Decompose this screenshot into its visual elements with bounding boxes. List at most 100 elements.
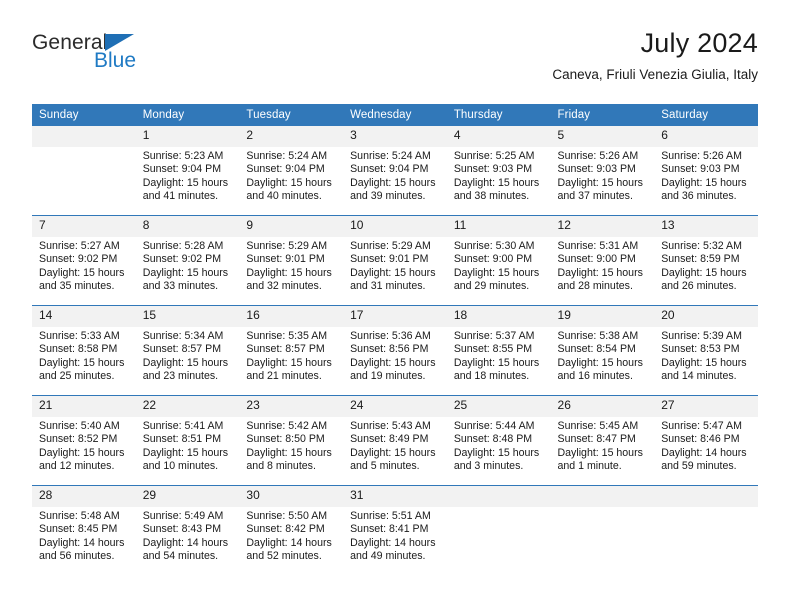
calendar-day-cell[interactable]: 6 Sunrise: 5:26 AM Sunset: 9:03 PM Daylight… bbox=[654, 126, 758, 216]
calendar-day-cell[interactable]: 22 Sunrise: 5:41 AM Sunset: 8:51 PM Dayligh… bbox=[135, 395, 240, 486]
sunrise-text: Sunrise: 5:26 AM bbox=[557, 150, 639, 162]
calendar-day-cell[interactable]: 23 Sunrise: 5:42 AM Sunset: 8:50 PM Dayligh… bbox=[239, 395, 344, 486]
calendar-day-cell[interactable]: 16 Sunrise: 5:35 AM Sunset: 8:57 PM Dayligh… bbox=[239, 305, 344, 396]
daylight-text-line2: and 5 minutes. bbox=[350, 460, 420, 473]
calendar-day-cell[interactable]: 21 Sunrise: 5:40 AM Sunset: 8:52 PM Dayligh… bbox=[32, 395, 136, 486]
sunset-text: Sunset: 9:03 PM bbox=[453, 163, 533, 176]
daylight-text-line1: Daylight: 15 hours bbox=[557, 356, 643, 369]
daylight-text-line2: and 18 minutes. bbox=[453, 370, 530, 383]
daylight-text-line1: Daylight: 15 hours bbox=[246, 356, 332, 369]
calendar-day-cell[interactable]: 17 Sunrise: 5:36 AM Sunset: 8:56 PM Dayligh… bbox=[343, 305, 447, 396]
day-number: 11 bbox=[446, 216, 551, 237]
calendar-day-cell[interactable]: 14 Sunrise: 5:33 AM Sunset: 8:58 PM Dayligh… bbox=[32, 305, 136, 396]
day-details: Sunrise: 5:45 AM Sunset: 8:47 PM Daylight:… bbox=[551, 417, 655, 474]
daylight-text-line2: and 29 minutes. bbox=[453, 280, 530, 293]
daylight-text-line1: Daylight: 15 hours bbox=[350, 266, 436, 279]
calendar-day-cell[interactable]: 31 Sunrise: 5:51 AM Sunset: 8:41 PM Dayligh… bbox=[343, 485, 447, 575]
calendar-day-cell[interactable]: 26 Sunrise: 5:45 AM Sunset: 8:47 PM Dayligh… bbox=[550, 395, 655, 486]
day-details: Sunrise: 5:39 AM Sunset: 8:53 PM Daylight:… bbox=[654, 327, 758, 384]
daylight-text-line1: Daylight: 15 hours bbox=[350, 356, 436, 369]
day-number: 25 bbox=[446, 396, 551, 417]
calendar-day-cell[interactable]: 8 Sunrise: 5:28 AM Sunset: 9:02 PM Daylight… bbox=[135, 215, 240, 306]
sunset-text: Sunset: 8:57 PM bbox=[246, 343, 325, 356]
day-number: 12 bbox=[550, 216, 655, 237]
day-number: 19 bbox=[550, 306, 655, 327]
day-details: Sunrise: 5:27 AM Sunset: 9:02 PM Daylight:… bbox=[32, 237, 136, 294]
daylight-text-line2: and 54 minutes. bbox=[142, 550, 219, 563]
calendar-empty-cell bbox=[446, 485, 551, 575]
sunset-text: Sunset: 8:53 PM bbox=[661, 343, 740, 356]
daylight-text-line2: and 25 minutes. bbox=[39, 370, 115, 383]
daylight-text-line1: Daylight: 15 hours bbox=[557, 446, 643, 459]
sunset-text: Sunset: 8:57 PM bbox=[142, 343, 222, 356]
weekday-header-monday: Monday bbox=[135, 104, 240, 126]
calendar-day-cell[interactable]: 29 Sunrise: 5:49 AM Sunset: 8:43 PM Dayligh… bbox=[135, 485, 240, 575]
daylight-text-line1: Daylight: 14 hours bbox=[142, 536, 229, 549]
daylight-text-line1: Daylight: 14 hours bbox=[39, 536, 125, 549]
daylight-text-line2: and 23 minutes. bbox=[142, 370, 219, 383]
calendar-day-cell[interactable]: 28 Sunrise: 5:48 AM Sunset: 8:45 PM Dayligh… bbox=[32, 485, 136, 575]
calendar-day-cell[interactable]: 24 Sunrise: 5:43 AM Sunset: 8:49 PM Dayligh… bbox=[343, 395, 447, 486]
calendar-day-cell[interactable]: 7 Sunrise: 5:27 AM Sunset: 9:02 PM Daylight… bbox=[32, 215, 136, 306]
calendar-day-cell[interactable]: 3 Sunrise: 5:24 AM Sunset: 9:04 PM Daylight… bbox=[343, 126, 447, 216]
sunrise-text: Sunrise: 5:34 AM bbox=[142, 330, 224, 342]
daylight-text-line2: and 21 minutes. bbox=[246, 370, 322, 383]
calendar-day-cell[interactable]: 25 Sunrise: 5:44 AM Sunset: 8:48 PM Dayligh… bbox=[446, 395, 551, 486]
calendar-day-cell[interactable]: 11 Sunrise: 5:30 AM Sunset: 9:00 PM Dayligh… bbox=[446, 215, 551, 306]
sunset-text: Sunset: 9:03 PM bbox=[557, 163, 636, 176]
calendar-day-cell[interactable]: 1 Sunrise: 5:23 AM Sunset: 9:04 PM Daylight… bbox=[135, 126, 240, 216]
daylight-text-line1: Daylight: 14 hours bbox=[661, 446, 747, 459]
sunset-text: Sunset: 8:58 PM bbox=[39, 343, 118, 356]
sunrise-text: Sunrise: 5:50 AM bbox=[246, 510, 328, 522]
calendar-day-cell[interactable]: 13 Sunrise: 5:32 AM Sunset: 8:59 PM Dayligh… bbox=[654, 215, 758, 306]
day-number: 18 bbox=[446, 306, 551, 327]
calendar-day-cell[interactable]: 5 Sunrise: 5:26 AM Sunset: 9:03 PM Daylight… bbox=[550, 126, 655, 216]
daylight-text-line1: Daylight: 15 hours bbox=[661, 266, 747, 279]
day-number: 24 bbox=[343, 396, 447, 417]
day-details: Sunrise: 5:43 AM Sunset: 8:49 PM Daylight:… bbox=[343, 417, 447, 474]
daylight-text-line2: and 10 minutes. bbox=[142, 460, 219, 473]
day-details: Sunrise: 5:26 AM Sunset: 9:03 PM Daylight:… bbox=[654, 147, 758, 204]
sunrise-text: Sunrise: 5:29 AM bbox=[350, 240, 431, 252]
day-details: Sunrise: 5:48 AM Sunset: 8:45 PM Daylight:… bbox=[32, 507, 136, 564]
day-details: Sunrise: 5:24 AM Sunset: 9:04 PM Daylight:… bbox=[239, 147, 343, 204]
calendar-day-cell[interactable]: 27 Sunrise: 5:47 AM Sunset: 8:46 PM Dayligh… bbox=[654, 395, 758, 486]
day-details: Sunrise: 5:33 AM Sunset: 8:58 PM Daylight:… bbox=[32, 327, 136, 384]
day-number: 2 bbox=[239, 126, 344, 147]
calendar-day-cell[interactable]: 9 Sunrise: 5:29 AM Sunset: 9:01 PM Daylight… bbox=[239, 215, 344, 306]
sunrise-text: Sunrise: 5:45 AM bbox=[557, 420, 639, 432]
day-number: 21 bbox=[32, 396, 136, 417]
sunrise-text: Sunrise: 5:43 AM bbox=[350, 420, 431, 432]
day-details: Sunrise: 5:31 AM Sunset: 9:00 PM Daylight:… bbox=[551, 237, 655, 294]
calendar-day-cell[interactable]: 10 Sunrise: 5:29 AM Sunset: 9:01 PM Dayligh… bbox=[343, 215, 447, 306]
sunset-text: Sunset: 8:48 PM bbox=[453, 433, 533, 446]
daylight-text-line2: and 52 minutes. bbox=[246, 550, 322, 563]
day-number bbox=[446, 486, 551, 507]
calendar-day-cell[interactable]: 12 Sunrise: 5:31 AM Sunset: 9:00 PM Dayligh… bbox=[550, 215, 655, 306]
calendar-day-cell[interactable]: 20 Sunrise: 5:39 AM Sunset: 8:53 PM Dayligh… bbox=[654, 305, 758, 396]
sunrise-text: Sunrise: 5:37 AM bbox=[453, 330, 535, 342]
sunset-text: Sunset: 9:04 PM bbox=[350, 163, 429, 176]
general-blue-logo: General Blue bbox=[32, 32, 172, 78]
title-block: July 2024 Caneva, Friuli Venezia Giulia,… bbox=[552, 28, 758, 83]
calendar-table: Sunday Monday Tuesday Wednesday Thursday… bbox=[32, 104, 758, 575]
calendar-day-cell[interactable]: 15 Sunrise: 5:34 AM Sunset: 8:57 PM Dayligh… bbox=[135, 305, 240, 396]
day-details: Sunrise: 5:35 AM Sunset: 8:57 PM Daylight:… bbox=[239, 327, 343, 384]
day-details: Sunrise: 5:44 AM Sunset: 8:48 PM Daylight:… bbox=[447, 417, 551, 474]
calendar-day-cell[interactable]: 19 Sunrise: 5:38 AM Sunset: 8:54 PM Dayligh… bbox=[550, 305, 655, 396]
sunrise-text: Sunrise: 5:24 AM bbox=[350, 150, 431, 162]
day-details: Sunrise: 5:40 AM Sunset: 8:52 PM Daylight:… bbox=[32, 417, 136, 474]
calendar-week-row: 28 Sunrise: 5:48 AM Sunset: 8:45 PM Dayligh… bbox=[32, 485, 758, 575]
calendar-day-cell[interactable]: 18 Sunrise: 5:37 AM Sunset: 8:55 PM Dayligh… bbox=[446, 305, 551, 396]
sunrise-text: Sunrise: 5:27 AM bbox=[39, 240, 120, 252]
calendar-empty-cell bbox=[32, 126, 136, 216]
weekday-header-friday: Friday bbox=[550, 104, 655, 126]
daylight-text-line2: and 26 minutes. bbox=[661, 280, 737, 293]
calendar-day-cell[interactable]: 30 Sunrise: 5:50 AM Sunset: 8:42 PM Dayligh… bbox=[239, 485, 344, 575]
daylight-text-line1: Daylight: 15 hours bbox=[453, 356, 540, 369]
calendar-day-cell[interactable]: 2 Sunrise: 5:24 AM Sunset: 9:04 PM Daylight… bbox=[239, 126, 344, 216]
day-number: 3 bbox=[343, 126, 447, 147]
calendar-day-cell[interactable]: 4 Sunrise: 5:25 AM Sunset: 9:03 PM Daylight… bbox=[446, 126, 551, 216]
day-number: 17 bbox=[343, 306, 447, 327]
sunrise-text: Sunrise: 5:42 AM bbox=[246, 420, 328, 432]
